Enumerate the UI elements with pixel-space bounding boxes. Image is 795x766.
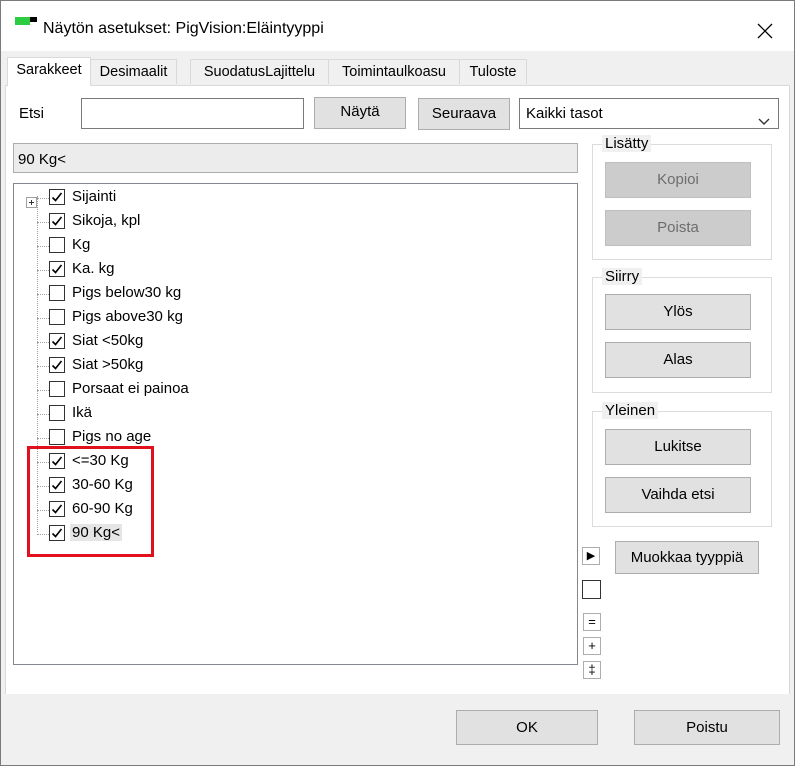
tree-node-label: Siat <50kg: [72, 332, 144, 349]
tree-node[interactable]: Sikoja, kpl: [14, 210, 554, 234]
tree-connector: [37, 198, 49, 199]
tree-node[interactable]: Pigs above30 kg: [14, 306, 554, 330]
tab-tuloste[interactable]: Tuloste: [459, 59, 527, 84]
tree-connector: [37, 222, 49, 223]
added-group-title: Lisätty: [602, 135, 652, 152]
general-group-title: Yleinen: [602, 402, 659, 419]
tree-node-checkbox[interactable]: [49, 381, 65, 397]
tab-toimintaulkoasu[interactable]: Toimintaulkoasu: [328, 59, 460, 84]
move-up-button[interactable]: Ylös: [605, 294, 751, 330]
tree-connector: [37, 318, 49, 319]
search-label: Etsi: [19, 105, 45, 122]
switch-search-button[interactable]: Vaihda etsi: [605, 477, 751, 513]
tree-node-checkbox[interactable]: [49, 213, 65, 229]
highlight-box: [27, 446, 154, 557]
tab-suodatuslajittelu[interactable]: SuodatusLajittelu: [190, 59, 329, 84]
show-button[interactable]: Näytä: [314, 97, 406, 129]
tree-node[interactable]: Sijainti: [14, 186, 554, 210]
tree-node-checkbox[interactable]: [49, 189, 65, 205]
tree-connector: [37, 270, 49, 271]
move-down-button[interactable]: Alas: [605, 342, 751, 378]
column-tree[interactable]: Sijainti Sikoja, kpl Kg Ka. kg Pigs below30 …: [13, 183, 578, 665]
tree-node-label: Kg: [72, 236, 91, 253]
tree-node-label: Sijainti: [72, 188, 117, 205]
plus-button[interactable]: +: [583, 637, 601, 655]
tree-node[interactable]: Ikä: [14, 402, 554, 426]
tree-node-checkbox[interactable]: [49, 333, 65, 349]
toggle-checkbox[interactable]: [582, 580, 601, 599]
app-icon: [15, 17, 37, 25]
remove-button[interactable]: Poista: [605, 210, 751, 246]
tree-connector: [37, 438, 49, 439]
tree-node[interactable]: Pigs below30 kg: [14, 282, 554, 306]
selected-path-field: 90 Kg<: [13, 143, 578, 173]
tree-node-checkbox[interactable]: [49, 429, 65, 445]
expand-all-button[interactable]: ‡: [583, 661, 601, 679]
tab-desimaalit[interactable]: Desimaalit: [90, 59, 177, 84]
tree-node-checkbox[interactable]: [49, 405, 65, 421]
tree-node-checkbox[interactable]: [49, 357, 65, 373]
tree-node-checkbox[interactable]: [49, 285, 65, 301]
title-bar: Näytön asetukset: PigVision:Eläintyyppi: [1, 1, 794, 51]
expand-plus-icon[interactable]: [26, 197, 37, 208]
settings-dialog: Näytön asetukset: PigVision:Eläintyyppi …: [0, 0, 795, 766]
search-input[interactable]: [81, 98, 304, 129]
chevron-down-icon: [758, 107, 770, 136]
tree-connector: [37, 294, 49, 295]
tree-node-label: Ka. kg: [72, 260, 115, 277]
tree-node-label: Pigs below30 kg: [72, 284, 182, 301]
close-icon[interactable]: [751, 17, 779, 45]
tree-node[interactable]: Kg: [14, 234, 554, 258]
equal-button[interactable]: =: [583, 613, 601, 631]
tree-connector: [37, 390, 49, 391]
lock-button[interactable]: Lukitse: [605, 429, 751, 465]
edit-type-button[interactable]: Muokkaa tyyppiä: [615, 541, 759, 574]
move-group-title: Siirry: [602, 268, 643, 285]
expand-arrow-icon[interactable]: ▶: [582, 547, 600, 565]
tree-node-label: Ikä: [72, 404, 93, 421]
window-title: Näytön asetukset: PigVision:Eläintyyppi: [43, 20, 324, 37]
tree-node[interactable]: Ka. kg: [14, 258, 554, 282]
level-select-value: Kaikki tasot: [526, 105, 603, 122]
tree-node-label: Sikoja, kpl: [72, 212, 141, 229]
tree-connector: [37, 246, 49, 247]
level-select[interactable]: Kaikki tasot: [519, 98, 779, 129]
tree-node-checkbox[interactable]: [49, 309, 65, 325]
tab-sarakkeet[interactable]: Sarakkeet: [7, 57, 91, 86]
tree-node-label: Pigs no age: [72, 428, 152, 445]
tree-node-label: Pigs above30 kg: [72, 308, 183, 325]
tree-node-checkbox[interactable]: [49, 237, 65, 253]
tree-node[interactable]: Porsaat ei painoa: [14, 378, 554, 402]
tree-connector: [37, 414, 49, 415]
ok-button[interactable]: OK: [456, 710, 598, 745]
tree-connector: [37, 342, 49, 343]
tree-node-label: Porsaat ei painoa: [72, 380, 189, 397]
tree-node[interactable]: Siat <50kg: [14, 330, 554, 354]
tree-node-label: Siat >50kg: [72, 356, 144, 373]
tree-connector: [37, 366, 49, 367]
tree-node-checkbox[interactable]: [49, 261, 65, 277]
copy-button[interactable]: Kopioi: [605, 162, 751, 198]
tree-node[interactable]: Siat >50kg: [14, 354, 554, 378]
cancel-button[interactable]: Poistu: [634, 710, 780, 745]
next-button[interactable]: Seuraava: [418, 98, 510, 130]
